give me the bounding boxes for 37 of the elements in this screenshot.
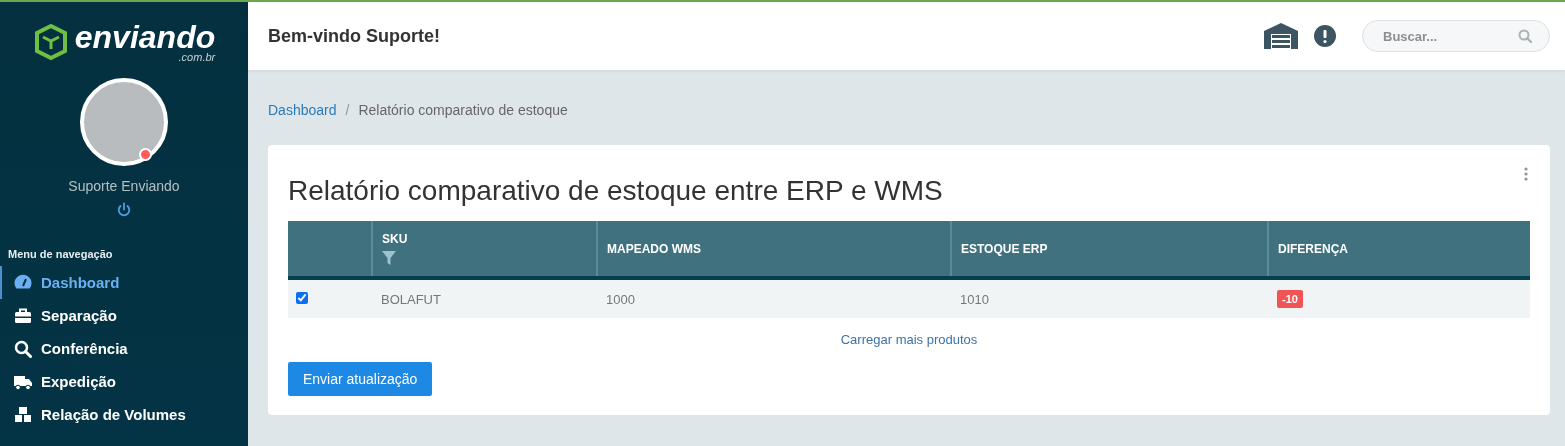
search-icon bbox=[1518, 29, 1532, 43]
logo-domain: .com.br bbox=[178, 51, 216, 63]
table-cell: BOLAFUT bbox=[372, 278, 597, 318]
alert-icon[interactable] bbox=[1314, 25, 1336, 47]
search-icon bbox=[14, 339, 32, 358]
box-logo-icon bbox=[32, 22, 69, 62]
search-field[interactable]: Buscar... bbox=[1362, 20, 1550, 52]
difference-badge: -10 bbox=[1277, 290, 1303, 308]
column-label: MAPEADO WMS bbox=[607, 241, 702, 256]
breadcrumb-current: Relatório comparativo de estoque bbox=[358, 102, 568, 118]
power-icon[interactable] bbox=[116, 202, 132, 218]
column-label: ESTOQUE ERP bbox=[961, 241, 1049, 256]
welcome-title: Bem-vindo Suporte! bbox=[268, 25, 441, 47]
nav-item[interactable]: Separação bbox=[0, 299, 248, 332]
load-more-link[interactable]: Carregar mais produtos bbox=[840, 332, 978, 347]
row-checkbox[interactable] bbox=[296, 291, 308, 304]
breadcrumb-link[interactable]: Dashboard bbox=[268, 102, 337, 118]
submit-button[interactable]: Enviar atualização bbox=[288, 362, 433, 396]
user-name: Suporte Enviando bbox=[67, 178, 181, 194]
column-label: SKU bbox=[382, 232, 409, 246]
nav-item[interactable]: Dashboard bbox=[0, 266, 248, 299]
filter-icon[interactable] bbox=[382, 251, 396, 265]
gauge-icon bbox=[14, 273, 32, 292]
table-cell: 1010 bbox=[951, 278, 1268, 318]
cubes-icon bbox=[14, 405, 32, 424]
report-title: Relatório comparativo de estoque entre ERP e WMS bbox=[288, 175, 944, 207]
warehouse-icon[interactable] bbox=[1264, 23, 1298, 49]
breadcrumb-separator: / bbox=[345, 102, 350, 118]
nav-item[interactable]: Expedição bbox=[0, 365, 248, 398]
nav-heading: Menu de navegação bbox=[8, 248, 114, 260]
nav-item[interactable]: Conferência bbox=[0, 332, 248, 365]
nav-item[interactable]: Relação de Volumes bbox=[0, 398, 248, 431]
briefcase-icon bbox=[14, 306, 32, 325]
column-label: DIFERENÇA bbox=[1278, 241, 1349, 256]
table-cell: 1000 bbox=[597, 278, 951, 318]
logo-text: enviando bbox=[74, 21, 216, 53]
more-options-icon[interactable] bbox=[1524, 167, 1528, 181]
